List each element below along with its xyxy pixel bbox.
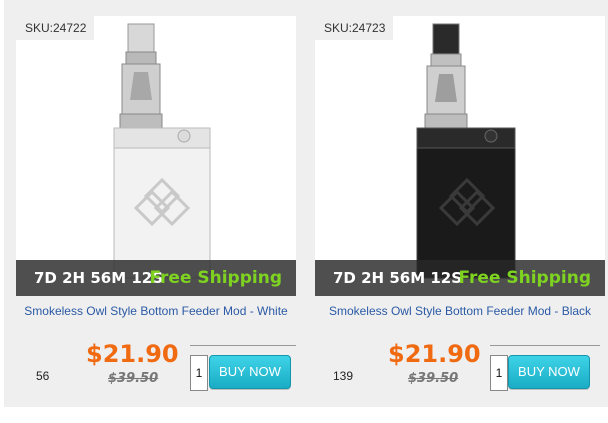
product-card: 7D 2H 56M 12S Free Shipping SKU:24723 Sm… — [304, 0, 608, 407]
original-price: $39.50 — [408, 371, 459, 386]
promo-bar: 7D 2H 56M 12S Free Shipping — [315, 260, 605, 296]
current-price: $21.90 — [86, 340, 179, 368]
product-image[interactable]: 7D 2H 56M 12S Free Shipping — [315, 16, 605, 296]
buy-now-button[interactable]: BUY NOW — [508, 355, 590, 389]
buy-now-button[interactable]: BUY NOW — [209, 355, 291, 389]
free-shipping-label: Free Shipping — [149, 268, 283, 288]
quantity-input[interactable]: 1 — [190, 355, 208, 391]
countdown-timer: 7D 2H 56M 12S — [34, 269, 164, 287]
product-title-link[interactable]: Smokeless Owl Style Bottom Feeder Mod - … — [315, 304, 605, 319]
current-price: $21.90 — [388, 340, 481, 368]
free-shipping-label: Free Shipping — [458, 268, 592, 288]
sku-label: SKU:24722 — [16, 16, 94, 40]
countdown-timer: 7D 2H 56M 12S — [333, 269, 463, 287]
original-price: $39.50 — [108, 371, 159, 386]
product-title-link[interactable]: Smokeless Owl Style Bottom Feeder Mod - … — [16, 304, 296, 319]
sku-label: SKU:24723 — [315, 16, 393, 40]
sales-count: 56 — [36, 369, 50, 383]
vape-mod-image — [416, 23, 516, 279]
product-image[interactable]: 7D 2H 56M 12S Free Shipping — [16, 16, 296, 296]
vape-mod-image — [113, 23, 211, 279]
sales-count: 139 — [333, 369, 354, 383]
product-card: 7D 2H 56M 12S Free Shipping SKU:24722 Sm… — [4, 0, 304, 407]
promo-bar: 7D 2H 56M 12S Free Shipping — [16, 260, 296, 296]
divider — [490, 345, 600, 346]
quantity-input[interactable]: 1 — [490, 355, 508, 391]
divider — [190, 345, 296, 346]
